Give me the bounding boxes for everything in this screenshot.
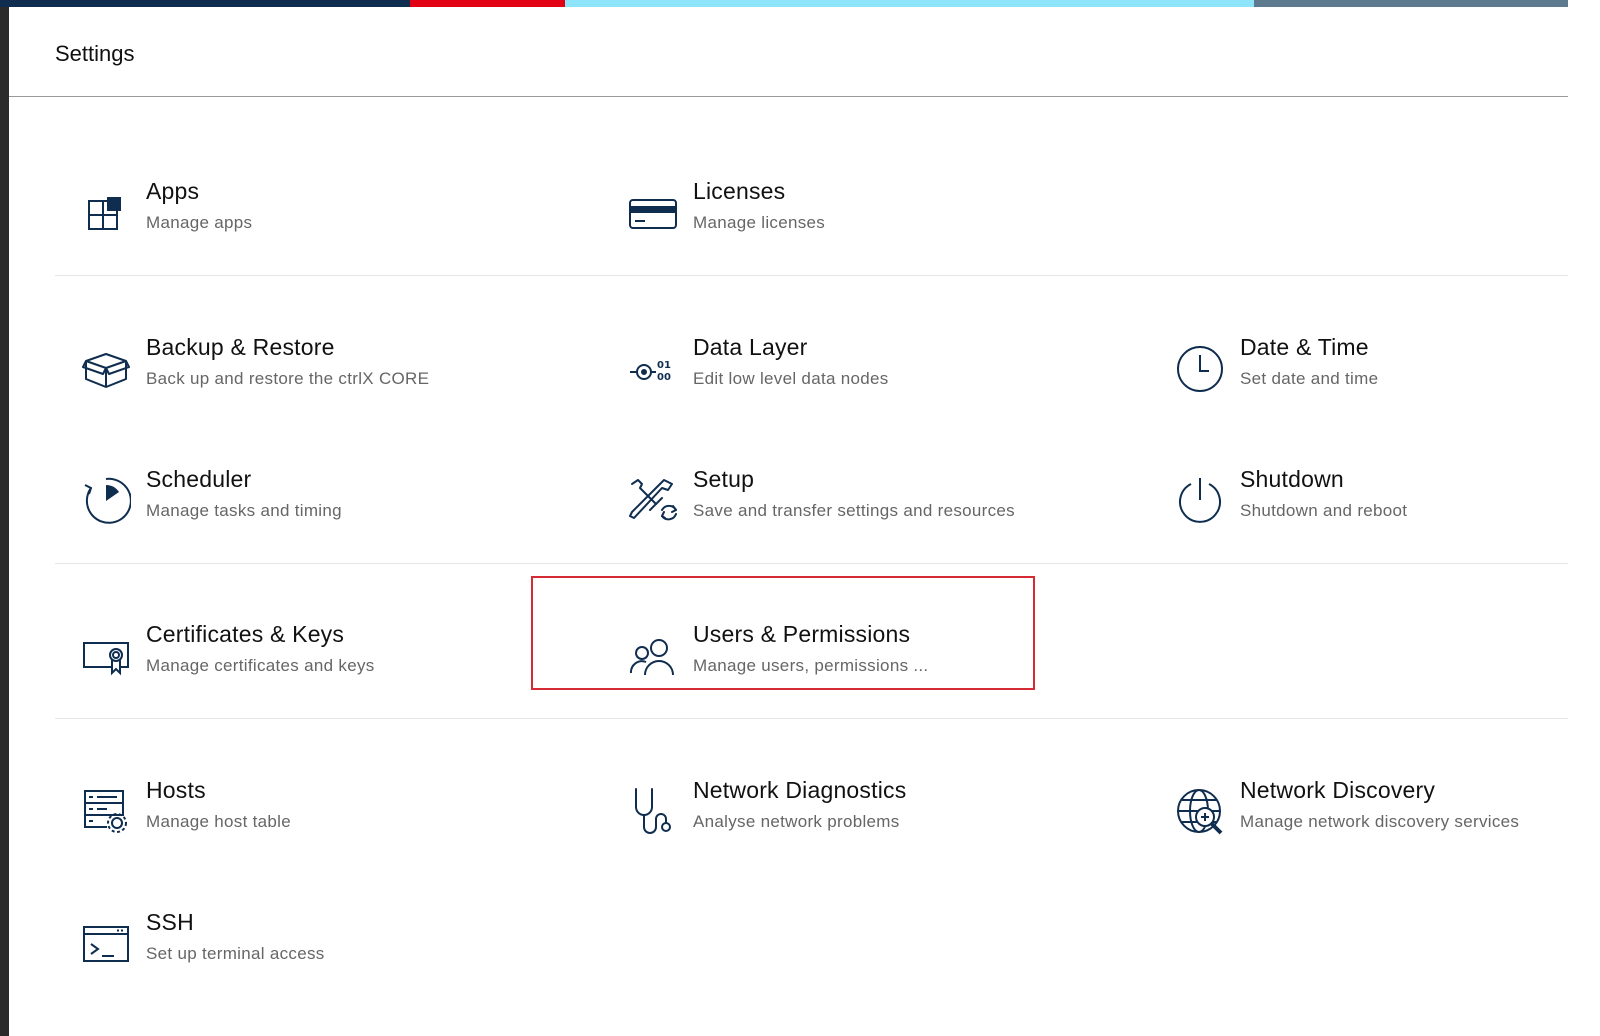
tile-apps[interactable]: Apps Manage apps [55, 160, 525, 260]
tile-subtitle: Manage licenses [693, 213, 826, 232]
hosts-icon [81, 787, 131, 837]
tile-title: Scheduler [146, 466, 252, 492]
brand-bar-slate [1254, 0, 1600, 7]
tile-users-permissions[interactable]: Users & Permissions Manage users, permis… [602, 603, 1032, 703]
tile-backup-restore[interactable]: Backup & Restore Back up and restore the… [55, 316, 525, 416]
tile-title: Network Discovery [1240, 777, 1436, 803]
tile-title: Apps [146, 178, 200, 204]
tile-title: Certificates & Keys [146, 621, 345, 647]
tile-title: SSH [146, 909, 194, 935]
tile-title: Network Diagnostics [693, 777, 907, 803]
tile-ssh[interactable]: SSH Set up terminal access [55, 891, 525, 991]
tile-subtitle: Manage users, permissions ... [693, 656, 929, 675]
tile-subtitle: Manage certificates and keys [146, 656, 375, 675]
tile-shutdown[interactable]: Shutdown Shutdown and reboot [1149, 448, 1568, 548]
certificate-icon [81, 631, 131, 681]
tile-subtitle: Back up and restore the ctrlX CORE [146, 369, 430, 388]
tile-subtitle: Manage apps [146, 213, 253, 232]
row-divider [55, 718, 1568, 719]
scheduler-icon [81, 476, 132, 526]
tile-title: Backup & Restore [146, 334, 335, 360]
tile-subtitle: Edit low level data nodes [693, 369, 889, 388]
brand-bar-navy [0, 0, 410, 7]
tile-hosts[interactable]: Hosts Manage host table [55, 759, 525, 859]
tile-date-time[interactable]: Date & Time Set date and time [1149, 316, 1568, 416]
tile-subtitle: Set date and time [1240, 369, 1379, 388]
row-divider [55, 563, 1568, 564]
tile-subtitle: Set up terminal access [146, 944, 325, 963]
tile-title: Shutdown [1240, 466, 1344, 492]
window-left-edge [0, 0, 9, 1036]
clock-icon [1175, 344, 1225, 394]
network-discovery-icon [1175, 787, 1225, 837]
tile-title: Licenses [693, 178, 786, 204]
stethoscope-icon [628, 787, 678, 837]
power-icon [1175, 476, 1225, 526]
svg-text:00: 00 [657, 372, 671, 383]
tile-subtitle: Analyse network problems [693, 812, 900, 831]
tile-data-layer[interactable]: 01 00 Data Layer Edit low level data nod… [602, 316, 1072, 416]
tile-title: Hosts [146, 777, 206, 803]
data-layer-icon: 01 00 [628, 344, 678, 394]
svg-text:01: 01 [657, 360, 671, 371]
page-title: Settings [55, 41, 135, 66]
tile-setup[interactable]: Setup Save and transfer settings and res… [602, 448, 1072, 548]
tile-network-diagnostics[interactable]: Network Diagnostics Analyse network prob… [602, 759, 1072, 859]
page-header: Settings [9, 7, 1568, 97]
box-icon [81, 344, 131, 394]
terminal-icon [81, 919, 131, 969]
tile-subtitle: Manage host table [146, 812, 291, 831]
apps-icon [81, 188, 131, 238]
tile-subtitle: Manage tasks and timing [146, 501, 342, 520]
tile-certificates-keys[interactable]: Certificates & Keys Manage certificates … [55, 603, 525, 703]
tools-icon [628, 476, 678, 526]
window-right-edge [1568, 0, 1600, 1036]
tile-subtitle: Save and transfer settings and resources [693, 501, 1015, 520]
users-icon [628, 631, 678, 681]
license-card-icon [628, 188, 678, 238]
tile-subtitle: Manage network discovery services [1240, 812, 1520, 831]
tile-licenses[interactable]: Licenses Manage licenses [602, 160, 1072, 260]
tile-title: Data Layer [693, 334, 808, 360]
tile-subtitle: Shutdown and reboot [1240, 501, 1408, 520]
row-divider [55, 275, 1568, 276]
tile-scheduler[interactable]: Scheduler Manage tasks and timing [55, 448, 525, 548]
brand-bar-cyan [565, 0, 1254, 7]
brand-color-bar [0, 0, 1600, 7]
brand-bar-red [410, 0, 565, 7]
tile-title: Users & Permissions [693, 621, 911, 647]
tile-title: Setup [693, 466, 755, 492]
tile-title: Date & Time [1240, 334, 1369, 360]
tile-network-discovery[interactable]: Network Discovery Manage network discove… [1149, 759, 1568, 859]
